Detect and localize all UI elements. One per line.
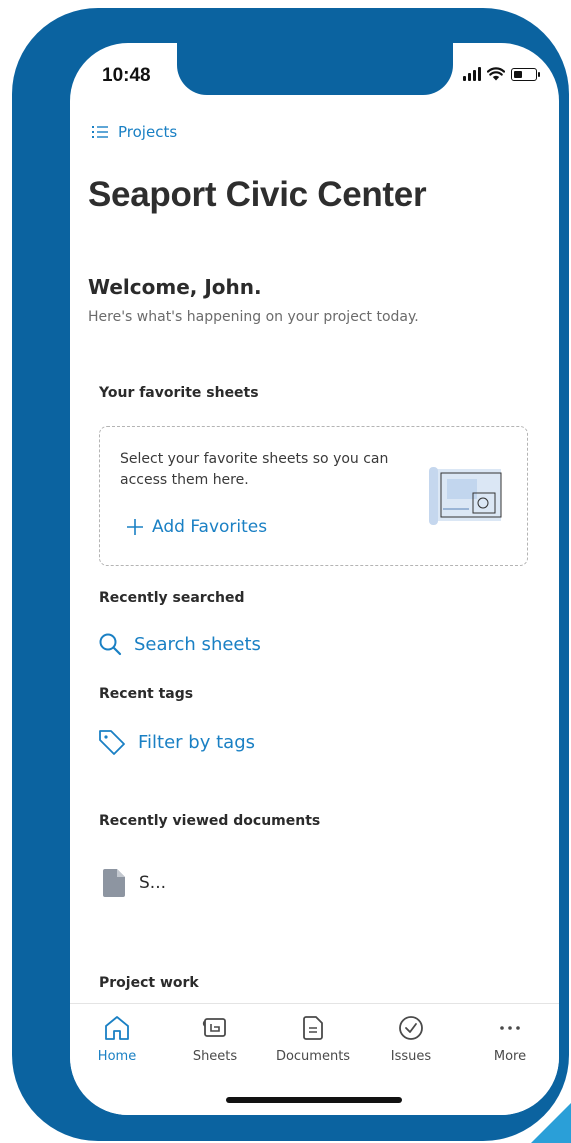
home-indicator <box>226 1097 402 1103</box>
tab-more-label: More <box>493 1049 527 1064</box>
favorites-heading: Your favorite sheets <box>99 385 259 401</box>
welcome-subtitle: Here's what's happening on your project … <box>88 309 419 325</box>
documents-icon <box>303 1016 323 1040</box>
tab-home-label: Home <box>97 1049 137 1064</box>
add-favorites-button[interactable]: Add Favorites <box>126 517 267 537</box>
tag-icon <box>99 730 125 755</box>
search-sheets-link[interactable]: Search sheets <box>98 632 261 656</box>
document-file-icon <box>103 869 125 897</box>
recently-viewed-heading: Recently viewed documents <box>99 813 321 829</box>
phone-volume-up-button <box>12 240 26 318</box>
tab-more[interactable]: More <box>461 1014 559 1064</box>
tab-home[interactable]: Home <box>70 1014 166 1064</box>
breadcrumb-label: Projects <box>118 123 178 141</box>
favorites-empty-message: Select your favorite sheets so you can a… <box>120 451 389 488</box>
app-screen: 10:48 Projects Seaport Civic Center Welc… <box>70 43 559 1115</box>
home-icon <box>105 1016 129 1040</box>
phone-frame: 10:48 Projects Seaport Civic Center Welc… <box>12 8 569 1141</box>
favorites-empty-card: Select your favorite sheets so you can a… <box>99 426 528 566</box>
phone-side-button <box>12 163 26 205</box>
home-content: Projects Seaport Civic Center Welcome, J… <box>70 43 559 1003</box>
blueprint-sheet-icon <box>429 467 502 525</box>
recent-tags-heading: Recent tags <box>99 686 194 702</box>
recently-searched-heading: Recently searched <box>99 590 245 606</box>
tab-documents-label: Documents <box>275 1049 351 1064</box>
sheets-icon <box>202 1018 226 1037</box>
tab-sheets-label: Sheets <box>192 1049 238 1064</box>
plus-icon <box>127 519 143 535</box>
tab-sheets[interactable]: Sheets <box>166 1014 264 1064</box>
breadcrumb-projects[interactable]: Projects <box>92 123 177 141</box>
phone-volume-down-button <box>12 338 26 416</box>
filter-by-tags-link[interactable]: Filter by tags <box>98 729 255 755</box>
filter-by-tags-label: Filter by tags <box>138 731 255 753</box>
search-sheets-label: Search sheets <box>134 633 261 655</box>
search-icon <box>99 633 122 656</box>
welcome-heading: Welcome, John. <box>88 275 262 299</box>
issues-icon <box>399 1016 423 1040</box>
add-favorites-label: Add Favorites <box>152 517 268 537</box>
project-work-heading: Project work <box>99 975 199 991</box>
tab-issues-label: Issues <box>390 1049 432 1064</box>
tab-issues[interactable]: Issues <box>362 1014 460 1064</box>
recent-document-item[interactable]: S... <box>103 869 166 897</box>
more-icon <box>500 1026 520 1030</box>
page-title: Seaport Civic Center <box>88 175 427 214</box>
tab-documents[interactable]: Documents <box>264 1014 362 1064</box>
list-icon <box>92 126 108 138</box>
recent-document-name: S... <box>139 873 167 893</box>
